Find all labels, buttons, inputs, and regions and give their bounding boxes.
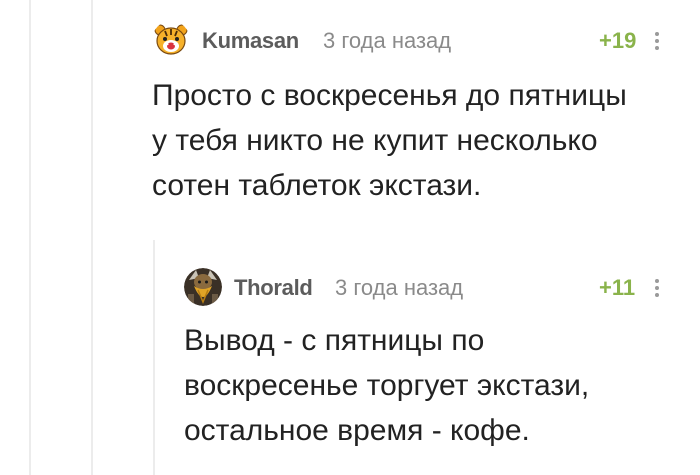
username[interactable]: Thorald (234, 275, 313, 301)
comment-text-line: остальное время - кофе. (184, 414, 530, 447)
username[interactable]: Kumasan (202, 28, 299, 54)
comment: Kumasan 3 года назад +19 Просто с воскре… (152, 20, 682, 220)
tiger-avatar-icon[interactable] (152, 21, 190, 59)
comment-text-line: воскресенье торгует экстази, (184, 369, 590, 402)
comment-text-line: Просто с воскресенья до пятницы (152, 79, 627, 112)
comment-header: Thorald 3 года назад +11 (184, 267, 682, 307)
comment-rating: +19 (599, 28, 637, 53)
comment-body: Вывод - с пятницы по воскресенье торгует… (184, 318, 682, 453)
dwarf-avatar-icon[interactable] (184, 268, 222, 306)
reply-thread-line (153, 240, 155, 475)
comment-header: Kumasan 3 года назад +19 (152, 20, 682, 60)
more-options-icon[interactable] (652, 277, 662, 299)
comment-text-line: сотен таблеток экстази. (152, 169, 482, 202)
comment-timestamp: 3 года назад (323, 28, 452, 53)
comment-text-line: у тебя никто не купит несколько (152, 124, 598, 157)
thread-line-level-2 (91, 0, 93, 475)
thread-line-level-1 (29, 0, 31, 475)
more-options-icon[interactable] (652, 30, 662, 52)
comment-rating: +11 (599, 275, 636, 300)
comment-reply: Thorald 3 года назад +11 Вывод - с пятни… (184, 267, 682, 467)
comment-timestamp: 3 года назад (335, 275, 464, 300)
comment-text-line: Вывод - с пятницы по (184, 324, 485, 357)
comment-body: Просто с воскресенья до пятницы у тебя н… (152, 73, 682, 208)
